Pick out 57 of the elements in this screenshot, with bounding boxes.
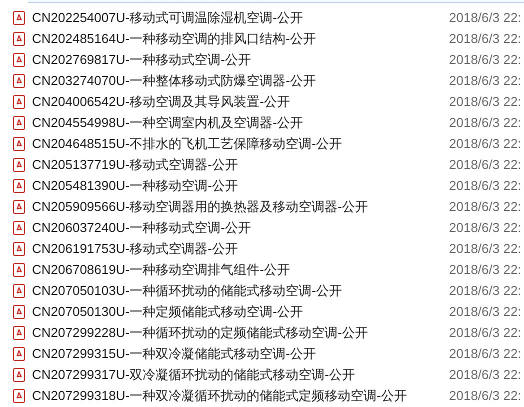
pdf-file-icon bbox=[13, 304, 25, 318]
modified-date: 2018/6/3 22: bbox=[449, 178, 522, 193]
file-name[interactable]: CN204648515U-不排水的飞机工艺保障移动空调-公开 bbox=[32, 134, 449, 152]
file-name[interactable]: CN207299228U-一种循环扰动的定频储能式移动空调-公开 bbox=[32, 324, 449, 342]
file-name[interactable]: CN207299315U-一种双冷凝储能式移动空调-公开 bbox=[32, 344, 449, 362]
modified-date: 2018/6/3 22: bbox=[449, 31, 522, 46]
pdf-file-icon bbox=[13, 242, 25, 256]
modified-date: 2018/6/3 22: bbox=[449, 346, 522, 361]
pdf-file-icon bbox=[13, 284, 25, 298]
pdf-file-icon bbox=[13, 388, 25, 402]
modified-date: 2018/6/3 22: bbox=[449, 262, 522, 277]
file-name[interactable]: CN206708619U-一种移动空调排气组件-公开 bbox=[32, 260, 449, 278]
modified-date: 2018/6/3 22: bbox=[449, 388, 522, 403]
pdf-file-icon bbox=[13, 10, 25, 24]
modified-date: 2018/6/3 22: bbox=[449, 136, 522, 151]
modified-date: 2018/6/3 22: bbox=[449, 304, 522, 319]
pdf-file-icon bbox=[13, 220, 25, 234]
modified-date: 2018/6/3 22: bbox=[449, 325, 522, 340]
modified-date: 2018/6/3 22: bbox=[449, 10, 522, 25]
file-name[interactable]: CN205909566U-移动空调器用的换热器及移动空调器-公开 bbox=[32, 198, 449, 216]
pdf-file-icon bbox=[13, 94, 25, 108]
file-name[interactable]: CN204006542U-移动空调及其导风装置-公开 bbox=[32, 92, 449, 110]
pdf-file-icon bbox=[13, 178, 25, 192]
pdf-file-icon bbox=[13, 262, 25, 276]
pdf-file-icon bbox=[13, 74, 25, 88]
file-name[interactable]: CN207299317U-双冷凝循环扰动的储能式移动空调-公开 bbox=[32, 366, 449, 384]
pdf-file-icon bbox=[13, 346, 25, 360]
pdf-file-icon bbox=[13, 326, 25, 340]
file-name[interactable]: CN202769817U-一种移动式空调-公开 bbox=[32, 50, 449, 68]
modified-date: 2018/6/3 22: bbox=[449, 367, 522, 382]
pdf-file-icon bbox=[13, 116, 25, 130]
pdf-file-icon bbox=[13, 368, 25, 382]
file-name[interactable]: CN202485164U-一种移动空调的排风口结构-公开 bbox=[32, 30, 449, 48]
file-name[interactable]: CN207299318U-一种双冷凝循环扰动的储能式定频移动空调-公开 bbox=[32, 386, 449, 404]
file-name[interactable]: CN206037240U-一种移动式空调-公开 bbox=[32, 218, 449, 236]
file-name[interactable]: CN205481390U-一种移动空调-公开 bbox=[32, 176, 449, 194]
modified-date: 2018/6/3 22: bbox=[449, 115, 522, 130]
modified-date: 2018/6/3 22: bbox=[449, 199, 522, 214]
file-name[interactable]: CN205137719U-移动式空调器-公开 bbox=[32, 156, 449, 174]
file-name[interactable]: CN207050103U-一种循环扰动的储能式移动空调-公开 bbox=[32, 282, 449, 300]
modified-date: 2018/6/3 22: bbox=[449, 157, 522, 172]
file-name[interactable]: CN202254007U-移动式可调温除湿机空调-公开 bbox=[32, 8, 449, 26]
modified-date: 2018/6/3 22: bbox=[449, 52, 522, 67]
pdf-file-icon bbox=[13, 200, 25, 214]
pdf-file-icon bbox=[13, 52, 25, 66]
file-name[interactable]: CN207050130U-一种定频储能式移动空调-公开 bbox=[32, 302, 449, 320]
modified-date: 2018/6/3 22: bbox=[449, 94, 522, 109]
file-name[interactable]: CN203274070U-一种整体移动式防爆空调器-公开 bbox=[32, 72, 449, 90]
modified-date: 2018/6/3 22: bbox=[449, 241, 522, 256]
file-name[interactable]: CN206191753U-移动式空调器-公开 bbox=[32, 240, 449, 258]
modified-date: 2018/6/3 22: bbox=[449, 220, 522, 235]
modified-date: 2018/6/3 22: bbox=[449, 73, 522, 88]
modified-date: 2018/6/3 22: bbox=[449, 283, 522, 298]
pdf-file-icon bbox=[13, 136, 25, 150]
file-name[interactable]: CN204554998U-一种空调室内机及空调器-公开 bbox=[32, 114, 449, 132]
pdf-file-icon bbox=[13, 158, 25, 172]
pdf-file-icon bbox=[13, 32, 25, 46]
